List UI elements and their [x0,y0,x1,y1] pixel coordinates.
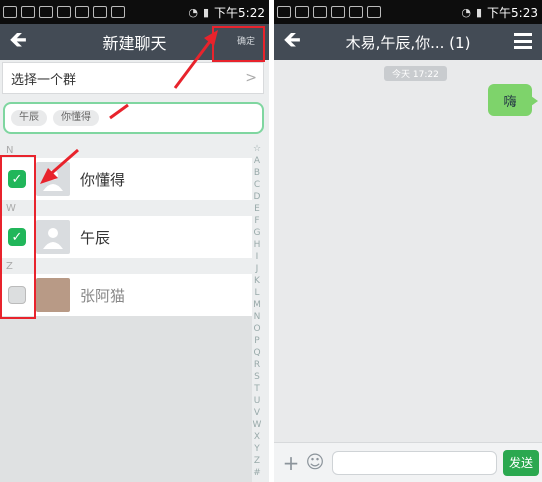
index-letter[interactable]: F [254,215,259,227]
index-letter[interactable]: L [254,287,259,299]
back-button[interactable]: 🡸 [274,24,310,60]
emoji-icon[interactable]: ☺ [304,452,326,473]
title-bar: 🡸 木易,午辰,你... (1) [274,24,542,60]
index-letter[interactable]: Q [253,347,260,359]
highlight-box-checkboxes [0,155,36,319]
select-group-label: 选择一个群 [11,72,77,88]
selected-chip[interactable]: 你懂得 [53,110,99,126]
index-letter[interactable]: E [254,203,260,215]
message-timestamp: 今天 17:22 [384,66,447,81]
index-letter[interactable]: V [254,407,260,419]
new-chat-screen: ◔ ▮ 下午5:22 🡸 新建聊天 确定 选择一个群 > 午辰 你懂得 N ✓ [0,0,269,482]
message-input[interactable] [332,450,497,475]
section-header-n: N [6,145,14,156]
notification-icon [295,6,309,18]
notification-icon [3,6,17,18]
index-letter[interactable]: D [254,191,261,203]
chat-screen: ◔ ▮ 下午5:23 🡸 木易,午辰,你... (1) 今天 17:22 嗨 +… [274,0,542,482]
person-icon [43,170,63,191]
index-letter[interactable]: N [254,311,261,323]
notification-icons [274,6,381,18]
plus-icon[interactable]: + [280,451,302,475]
battery-icon: ▮ [475,5,483,19]
status-time: 下午5:22 [214,5,265,20]
chat-title: 木易,午辰,你... (1) [345,33,471,52]
highlight-box-confirm [212,26,265,62]
contact-row[interactable]: ✓ 午辰 [0,216,252,258]
index-letter[interactable]: I [256,251,259,263]
notification-icon [349,6,363,18]
section-header-w: W [6,203,16,214]
index-letter[interactable]: M [253,299,261,311]
wifi-icon: ◔ [188,5,198,19]
avatar [36,162,70,196]
index-letter[interactable]: R [254,359,260,371]
selected-contacts-box[interactable]: 午辰 你懂得 [3,102,264,134]
notification-icon [39,6,53,18]
notification-icon [57,6,71,18]
notification-icons [0,6,125,18]
contact-name: 午辰 [80,228,111,247]
notification-icon [367,6,381,18]
back-arrow-icon: 🡸 [9,28,27,53]
avatar [36,278,70,312]
index-letter[interactable]: Y [254,443,260,455]
index-letter[interactable]: S [254,371,260,383]
index-letter[interactable]: H [254,239,261,251]
status-time: 下午5:23 [487,5,538,20]
send-button[interactable]: 发送 [503,449,539,476]
message-bubble[interactable]: 嗨 [488,84,538,116]
index-letter[interactable]: # [253,467,261,479]
index-letter[interactable]: ☆ [253,143,261,155]
alphabet-index-bar[interactable]: ☆ A B C D E F G H I J K L M N O P Q R S T U V W X Y Z # [250,143,264,479]
contact-name: 张阿猫 [80,286,126,305]
index-letter[interactable]: G [254,227,261,239]
chevron-right-icon: > [245,70,257,86]
list-empty-area [0,316,252,482]
menu-icon[interactable] [514,33,532,49]
notification-icon [21,6,35,18]
notification-icon [93,6,107,18]
contact-row[interactable]: ✓ 你懂得 [0,158,252,200]
battery-icon: ▮ [202,5,210,19]
notification-icon [313,6,327,18]
input-bar: + ☺ 发送 [274,442,542,482]
wifi-icon: ◔ [461,5,471,19]
avatar [36,220,70,254]
index-letter[interactable]: B [254,167,260,179]
status-bar: ◔ ▮ 下午5:23 [274,0,542,24]
index-letter[interactable]: O [253,323,260,335]
person-icon [43,228,63,249]
index-letter[interactable]: P [254,335,259,347]
index-letter[interactable]: U [254,395,261,407]
index-letter[interactable]: K [254,275,260,287]
contact-name: 你懂得 [80,170,126,189]
index-letter[interactable]: C [254,179,260,191]
notification-icon [277,6,291,18]
index-letter[interactable]: Z [254,455,260,467]
status-bar: ◔ ▮ 下午5:22 [0,0,269,24]
select-group-row[interactable]: 选择一个群 > [2,62,264,94]
index-letter[interactable]: X [254,431,260,443]
section-header-z: Z [6,261,13,272]
index-letter[interactable]: W [253,419,262,431]
notification-icon [75,6,89,18]
back-button[interactable]: 🡸 [0,24,36,60]
index-letter[interactable]: A [254,155,260,167]
notification-icon [111,6,125,18]
back-arrow-icon: 🡸 [283,28,301,53]
contact-row[interactable]: ✓ 张阿猫 [0,274,252,316]
notification-icon [331,6,345,18]
index-letter[interactable]: T [254,383,260,395]
index-letter[interactable]: J [256,263,259,275]
selected-chip[interactable]: 午辰 [11,110,47,126]
